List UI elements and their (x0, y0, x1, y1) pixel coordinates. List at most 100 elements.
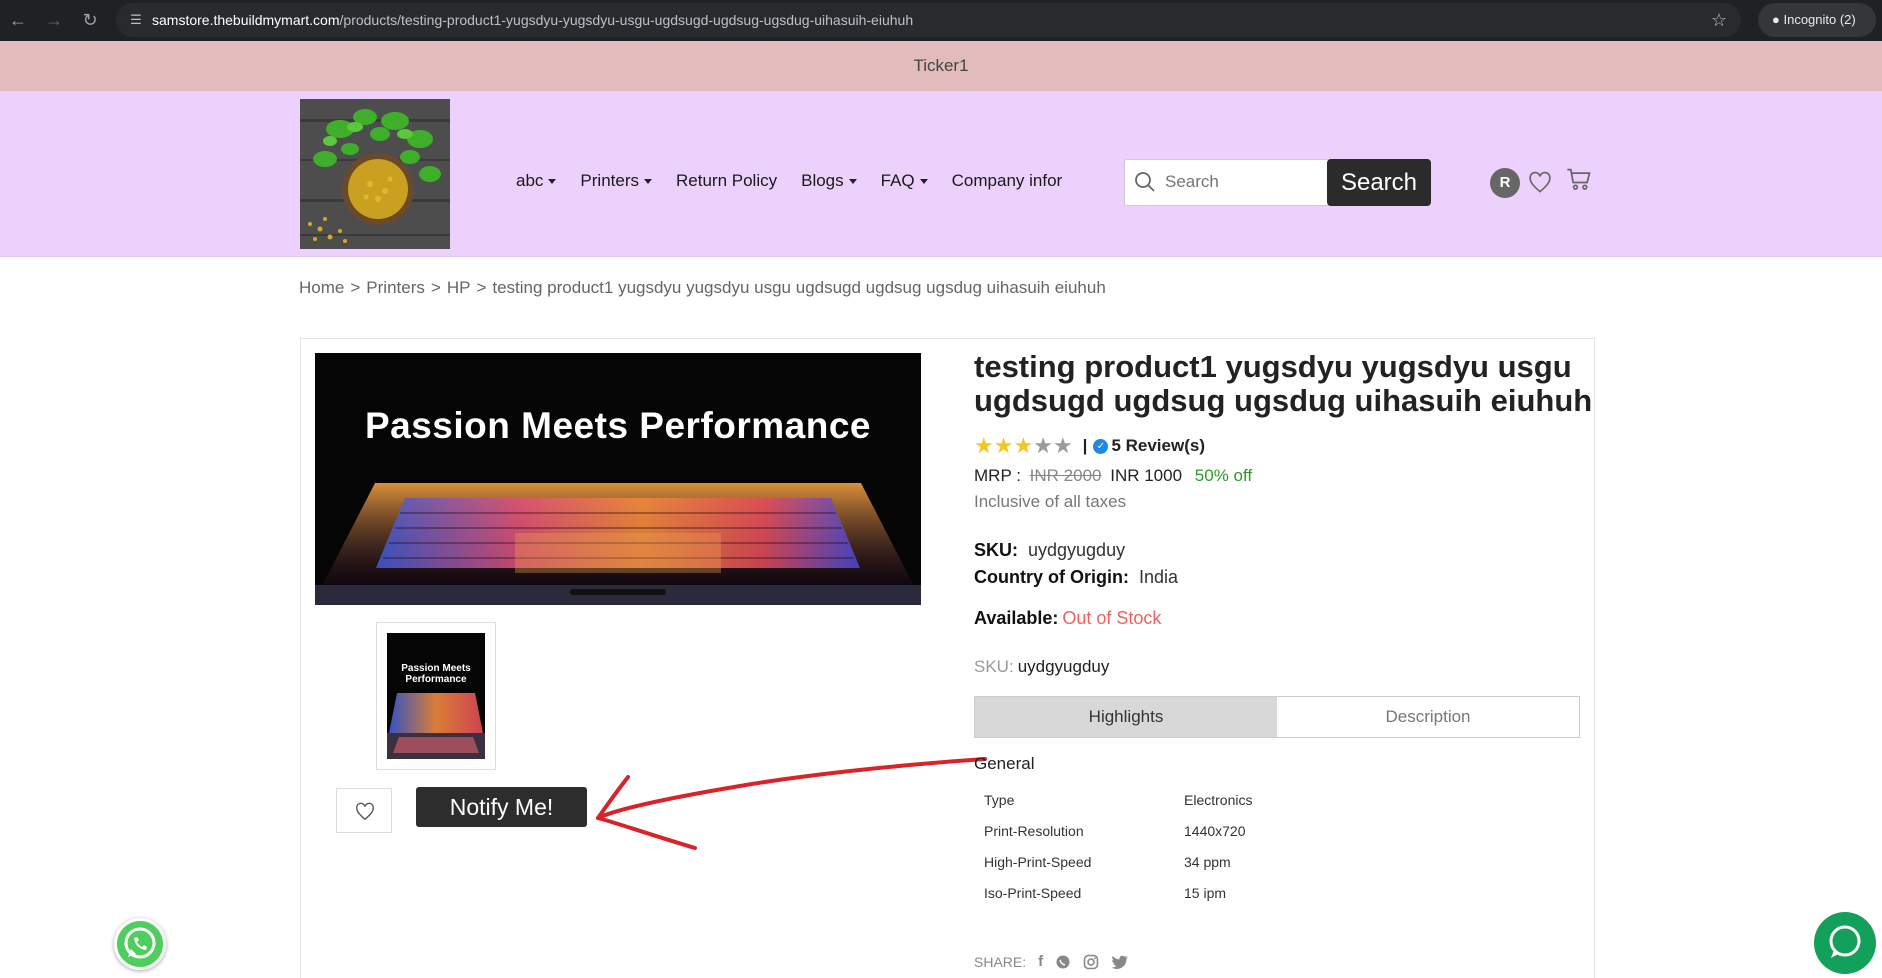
nav-label: Return Policy (676, 171, 778, 190)
nav-label: Printers (580, 171, 639, 190)
product-thumbnail[interactable]: Passion Meets Performance (376, 622, 496, 770)
chat-bubble-icon (1829, 925, 1861, 958)
tab-description[interactable]: Description (1277, 697, 1579, 737)
nav-label: FAQ (880, 171, 915, 190)
search-button[interactable]: Search (1327, 159, 1431, 206)
nav-item-company-info[interactable]: Company infor (952, 171, 1063, 191)
spec-value: 15 ipm (1184, 885, 1227, 901)
tab-highlights[interactable]: Highlights (975, 697, 1277, 737)
annotation-arrow-icon (596, 757, 987, 850)
nav-item-abc[interactable]: abc (516, 171, 557, 191)
whatsapp-icon (124, 927, 156, 959)
spec-value: 34 ppm (1184, 854, 1231, 870)
breadcrumb-current: testing product1 yugsdyu yugsdyu usgu ug… (492, 278, 1106, 297)
mrp-label: MRP : (974, 466, 1021, 485)
rating-stars: ★★★★★ (974, 433, 1073, 459)
cart-icon[interactable] (1565, 165, 1593, 193)
user-avatar[interactable]: R (1490, 168, 1520, 198)
breadcrumb-separator: > (350, 278, 361, 297)
reload-icon[interactable]: ↻ (76, 6, 104, 34)
incognito-icon: ● (1772, 12, 1780, 27)
search-icon (1135, 172, 1155, 192)
breadcrumb-printers[interactable]: Printers (366, 278, 425, 297)
sku-secondary-value: uydgyugduy (1017, 657, 1110, 676)
bookmark-star-icon[interactable]: ☆ (1711, 3, 1727, 37)
nav-item-blogs[interactable]: Blogs (801, 171, 857, 191)
availability-row: Available: Out of Stock (974, 608, 1161, 629)
heart-icon (356, 802, 374, 821)
main-nav: abc Printers Return Policy Blogs FAQ Com… (516, 91, 1062, 271)
spec-value: 1440x720 (1184, 823, 1246, 839)
product-tabs: Highlights Description (974, 696, 1580, 738)
incognito-badge[interactable]: ● Incognito (2) (1758, 3, 1876, 37)
share-label: SHARE: (974, 953, 1027, 970)
whatsapp-chat-button[interactable] (114, 918, 166, 970)
address-bar[interactable]: ☰ samstore.thebuildmymart.com/products/t… (116, 3, 1741, 37)
breadcrumb-separator: > (476, 278, 487, 297)
star-empty-icon: ★ (1052, 433, 1073, 458)
ticker-text: Ticker1 (913, 56, 969, 75)
current-price: INR 1000 (1110, 466, 1183, 485)
nav-item-faq[interactable]: FAQ (881, 171, 928, 191)
breadcrumb-home[interactable]: Home (299, 278, 344, 297)
sku-row: SKU: uydgyugduy (974, 540, 1125, 561)
origin-label: Country of Origin: (974, 567, 1129, 587)
live-chat-button[interactable] (1814, 912, 1876, 974)
site-settings-icon[interactable]: ☰ (128, 12, 144, 28)
thumbnail-title: Passion Meets Performance (401, 663, 471, 685)
star-filled-icon: ★ (1013, 433, 1034, 458)
availability-status: Out of Stock (1062, 608, 1162, 628)
url-text: samstore.thebuildmymart.com/products/tes… (152, 12, 914, 28)
caret-down-icon (848, 178, 857, 184)
star-filled-icon: ★ (993, 433, 1014, 458)
sku-secondary-row: SKU: uydgyugduy (974, 657, 1109, 677)
ticker-bar: Ticker1 (0, 41, 1882, 91)
nav-label: abc (516, 171, 544, 190)
sku-secondary-label: SKU: (974, 657, 1014, 676)
facebook-icon[interactable]: f (1038, 953, 1043, 970)
spec-value: Electronics (1184, 792, 1253, 808)
star-empty-icon: ★ (1033, 433, 1053, 458)
product-title: testing product1 yugsdyu yugsdyu usgu ug… (974, 349, 1593, 418)
notify-me-button[interactable]: Notify Me! (416, 787, 587, 827)
search-input[interactable] (1165, 168, 1345, 196)
caret-down-icon (919, 178, 928, 184)
breadcrumb-separator: > (430, 278, 441, 297)
add-to-wishlist-button[interactable] (336, 788, 392, 833)
incognito-label: Incognito (2) (1783, 12, 1856, 27)
nav-item-printers[interactable]: Printers (580, 171, 652, 191)
share-row: SHARE: f (974, 953, 1129, 970)
wishlist-heart-icon[interactable] (1527, 170, 1553, 196)
origin-value: India (1138, 567, 1179, 587)
caret-down-icon (644, 178, 652, 184)
availability-label: Available: (974, 608, 1059, 628)
spec-name: Print-Resolution (984, 823, 1084, 839)
price-row: MRP : INR 2000 INR 1000 50% off (974, 466, 1252, 486)
spec-name: Type (984, 792, 1015, 808)
sku-label: SKU: (974, 540, 1018, 560)
store-logo[interactable] (300, 99, 450, 249)
breadcrumb: Home > Printers > HP > testing product1 yugsdy… (299, 278, 1106, 298)
spec-name: High-Print-Speed (984, 854, 1092, 870)
nav-item-return-policy[interactable]: Return Policy (676, 171, 777, 191)
forward-icon[interactable]: → (40, 6, 68, 34)
old-price: INR 2000 (1029, 466, 1102, 485)
browser-toolbar: ← → ↻ ☰ samstore.thebuildmymart.com/prod… (0, 0, 1882, 41)
rating-separator: | (1082, 436, 1088, 455)
spec-name: Iso-Print-Speed (984, 885, 1082, 901)
product-rating: ★★★★★ | ✓ 5 Review(s) (974, 433, 1205, 459)
nav-label: Blogs (801, 171, 844, 190)
back-icon[interactable]: ← (4, 6, 32, 34)
verified-check-icon: ✓ (1093, 438, 1109, 454)
reviews-link[interactable]: 5 Review(s) (1111, 436, 1205, 456)
hero-image-title: Passion Meets Performance (364, 405, 872, 446)
whatsapp-share-icon[interactable] (1055, 954, 1071, 970)
nav-label: Company infor (951, 171, 1063, 190)
site-header: abc Printers Return Policy Blogs FAQ Com… (0, 91, 1882, 257)
product-main-image[interactable]: Passion Meets Performance (315, 353, 921, 605)
spec-group-title: General (974, 754, 1035, 773)
breadcrumb-hp[interactable]: HP (447, 278, 471, 297)
twitter-icon[interactable] (1111, 954, 1129, 970)
instagram-icon[interactable] (1083, 954, 1099, 970)
star-filled-icon: ★ (974, 433, 994, 458)
